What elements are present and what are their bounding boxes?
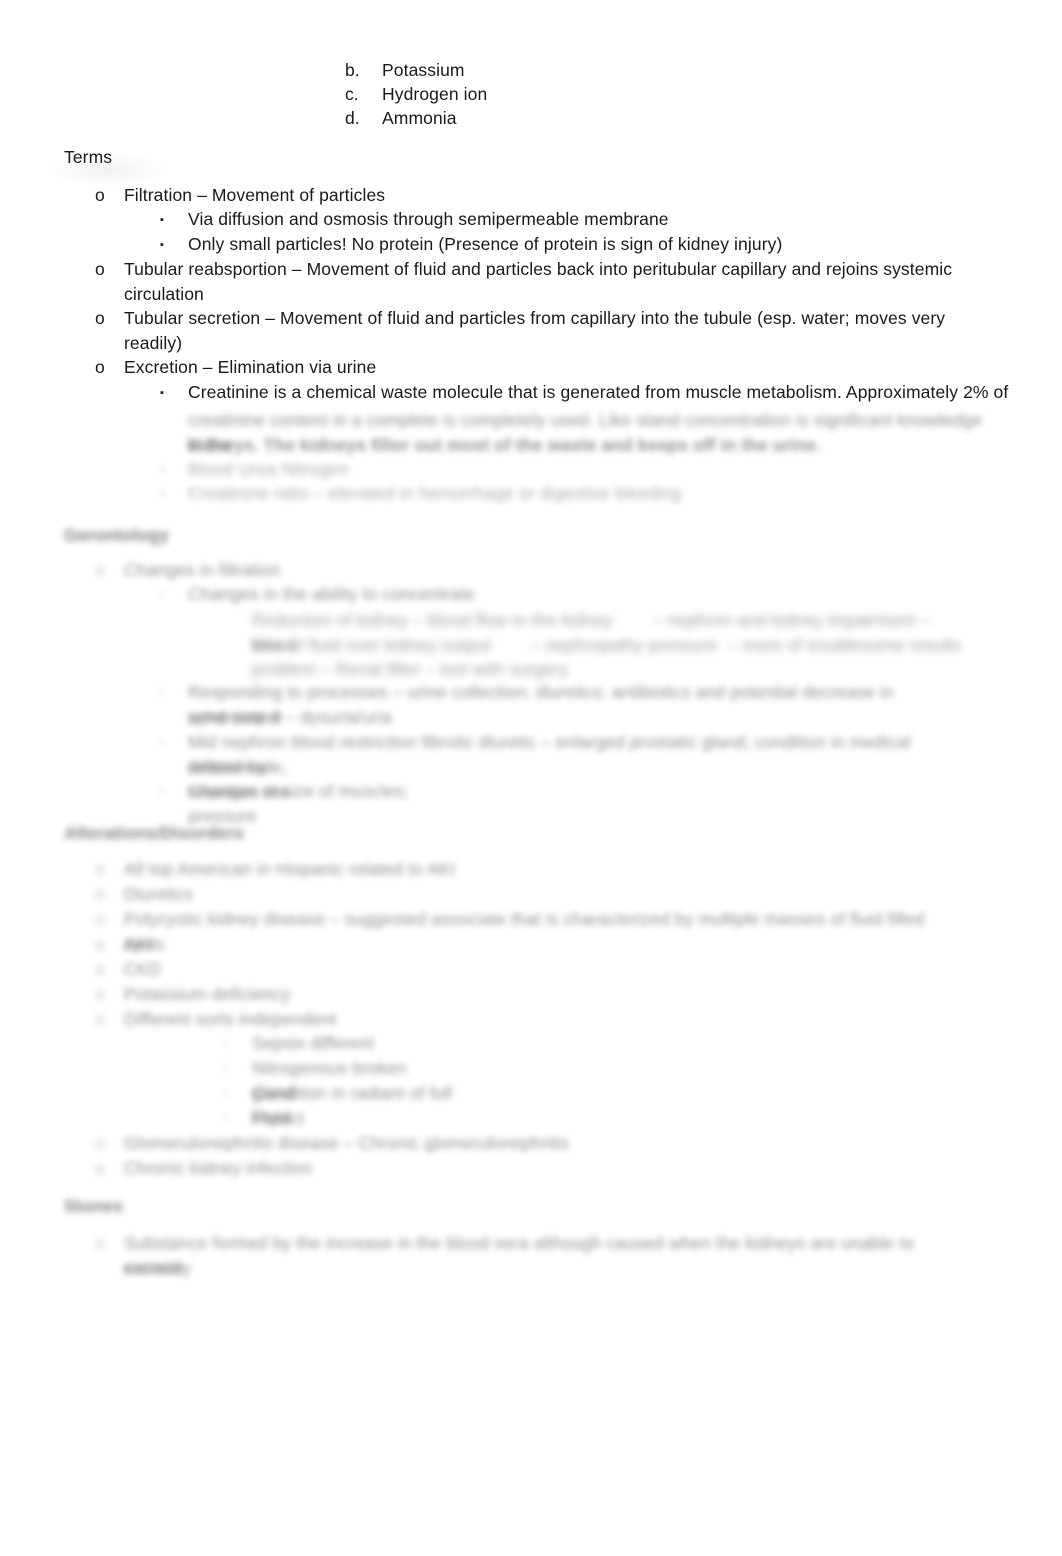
terms-subitem-creatinine: Creatinine is a chemical waste molecule … — [188, 382, 1009, 402]
blurred-text-line: Substance formed by the increase in the … — [124, 1233, 919, 1278]
bullet-marker: o — [95, 884, 105, 904]
bullet-marker: o — [95, 859, 105, 879]
list-item: Ammonia — [382, 108, 457, 128]
bullet-marker: o — [95, 259, 105, 279]
blurred-text-line: Creatinine ratio – elevated in hemorrhag… — [188, 483, 682, 503]
blurred-text-line: Glomerulonephritis disease – Chronic glo… — [124, 1133, 570, 1153]
blurred-text-line: Blood Urea Nitrogen — [188, 459, 349, 479]
list-marker: b. — [345, 60, 360, 80]
bullet-marker: o — [95, 959, 105, 979]
bullet-marker: o — [95, 1233, 105, 1253]
bullet-marker: o — [95, 934, 105, 954]
blurred-section-heading: Gerontology — [64, 525, 170, 545]
section-heading-terms: Terms — [64, 147, 113, 167]
blurred-text-line: Polycystic kidney disease – suggested as… — [124, 909, 930, 954]
bullet-marker: o — [95, 308, 105, 328]
square-bullet-icon: ▪ — [160, 687, 164, 699]
square-bullet-icon: ▪ — [160, 589, 164, 601]
list-item: Potassium — [382, 60, 465, 80]
blurred-section-heading: Alterations/Disorders — [64, 823, 245, 843]
bullet-marker: o — [95, 984, 105, 1004]
blurred-text-line: syndrome II – dysuria/uria — [188, 707, 392, 727]
square-bullet-icon: ▪ — [160, 786, 164, 798]
bullet-marker: o — [95, 909, 105, 929]
blurred-text-line: problem – Renal filter – lost with surge… — [252, 659, 569, 679]
terms-item: Excretion – Elimination via urine — [124, 357, 377, 377]
bullet-marker: o — [95, 357, 105, 377]
blurred-text-line: Different sorts independent — [124, 1009, 337, 1029]
square-bullet-icon: ▪ — [160, 214, 164, 226]
document-page: b. Potassium c. Hydrogen ion d. Ammonia … — [0, 0, 1062, 1556]
bullet-marker: o — [95, 1158, 105, 1178]
square-bullet-icon: ▪ — [160, 464, 164, 476]
square-bullet-icon: ▪ — [224, 1038, 228, 1050]
square-bullet-icon: ▪ — [160, 239, 164, 251]
square-bullet-icon: ▪ — [160, 737, 164, 749]
blurred-text-line: Fluid — [252, 1107, 291, 1127]
terms-item: Filtration – Movement of particles — [124, 185, 386, 205]
list-marker: d. — [345, 108, 360, 128]
bullet-marker: o — [95, 560, 105, 580]
square-bullet-icon: ▪ — [224, 1063, 228, 1075]
blurred-text-line: Potassium deficiency — [124, 984, 291, 1004]
blurred-text-line: Sepsis different — [252, 1033, 374, 1053]
terms-item: Tubular secretion – Movement of fluid an… — [124, 308, 951, 353]
blurred-text-line: loss of fluid over kidney output – nephr… — [252, 635, 962, 655]
square-bullet-icon: ▪ — [224, 1112, 228, 1124]
blurred-section-heading: Stones — [64, 1196, 123, 1216]
bullet-marker: o — [95, 1009, 105, 1029]
blurred-text-line: All top American in Hispanic related to … — [124, 859, 456, 879]
square-bullet-icon: ▪ — [160, 488, 164, 500]
blurred-text-line: AKI — [124, 934, 153, 954]
blurred-text-line: Changes in filtration — [124, 560, 281, 580]
bullet-marker: o — [95, 185, 105, 205]
blurred-text-line: CKD — [124, 959, 162, 979]
blurred-text-line: Diuretics — [124, 884, 193, 904]
terms-subitem: Via diffusion and osmosis through semipe… — [188, 209, 669, 229]
bullet-marker: o — [95, 1133, 105, 1153]
list-marker: c. — [345, 84, 359, 104]
blurred-text-line: Changes in the ability to concentrate — [188, 584, 475, 604]
blurred-text-line: Chronic kidney infection — [124, 1158, 313, 1178]
blurred-text-line: excrete — [124, 1258, 183, 1278]
square-bullet-icon: ▪ — [160, 387, 164, 399]
list-item: Hydrogen ion — [382, 84, 488, 104]
terms-item: Tubular reabsportion – Movement of fluid… — [124, 259, 958, 304]
terms-subitem: Only small particles! No protein (Presen… — [188, 234, 783, 254]
square-bullet-icon: ▪ — [224, 1088, 228, 1100]
blurred-text-line: kidneys. The kidneys filter out most of … — [188, 435, 821, 455]
